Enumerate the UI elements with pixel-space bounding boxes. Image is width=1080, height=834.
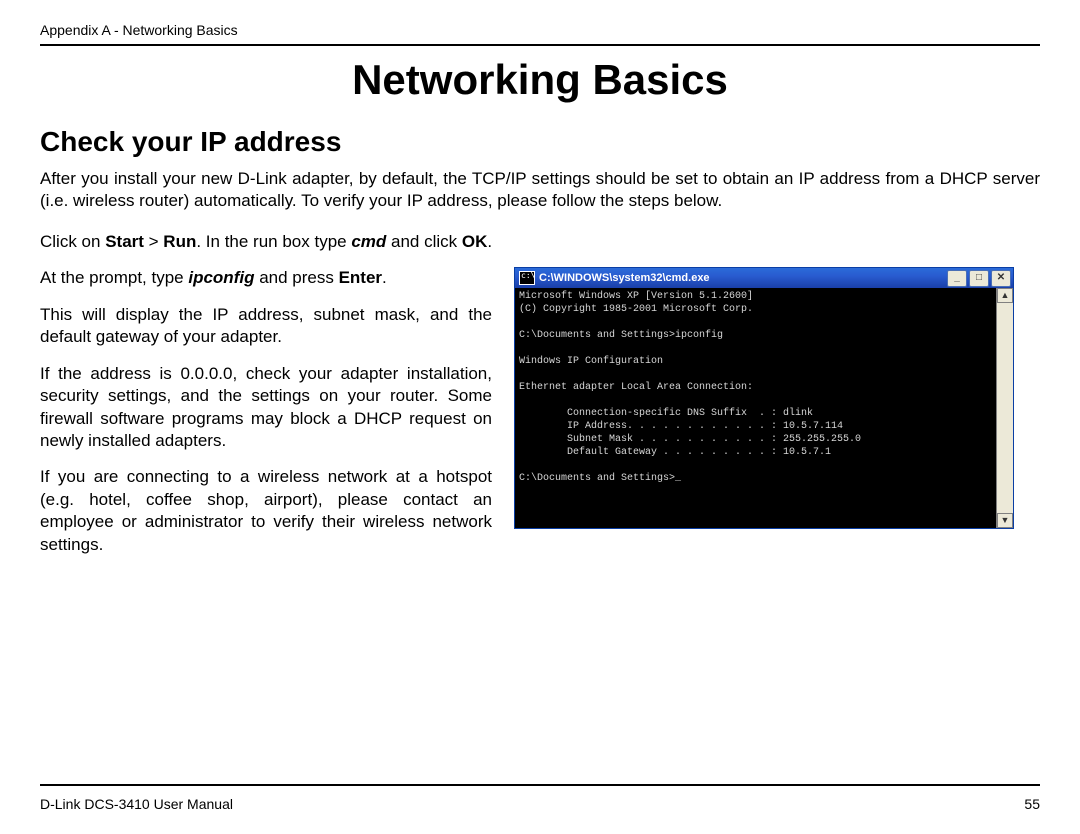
cmd-window: C:\WINDOWS\system32\cmd.exe _ □ ✕ Micros… xyxy=(514,267,1014,529)
scroll-up-icon[interactable]: ▲ xyxy=(997,288,1013,303)
page-title: Networking Basics xyxy=(40,56,1040,104)
footer: D-Link DCS-3410 User Manual 55 xyxy=(40,796,1040,812)
cmd-titlebar: C:\WINDOWS\system32\cmd.exe _ □ ✕ xyxy=(515,268,1013,288)
paragraph-hotspot: If you are connecting to a wireless netw… xyxy=(40,466,496,556)
minimize-button[interactable]: _ xyxy=(947,270,967,287)
right-column: C:\WINDOWS\system32\cmd.exe _ □ ✕ Micros… xyxy=(514,267,1040,529)
scroll-down-icon[interactable]: ▼ xyxy=(997,513,1013,528)
paragraph-result: This will display the IP address, subnet… xyxy=(40,304,496,349)
bold-start: Start xyxy=(105,232,144,251)
bold-ok: OK xyxy=(462,232,488,251)
header-rule xyxy=(40,44,1040,46)
cmd-app-icon xyxy=(519,271,535,285)
close-button[interactable]: ✕ xyxy=(991,270,1011,287)
two-column-area: At the prompt, type ipconfig and press E… xyxy=(40,267,1040,570)
step-2: At the prompt, type ipconfig and press E… xyxy=(40,267,496,289)
cmd-scrollbar[interactable]: ▲ ▼ xyxy=(996,288,1013,528)
intro-paragraph: After you install your new D-Link adapte… xyxy=(40,168,1040,213)
running-head: Appendix A - Networking Basics xyxy=(40,22,1040,38)
left-column: At the prompt, type ipconfig and press E… xyxy=(40,267,496,570)
bold-run: Run xyxy=(163,232,196,251)
cmd-body-wrap: Microsoft Windows XP [Version 5.1.2600] … xyxy=(515,288,1013,528)
cmd-output[interactable]: Microsoft Windows XP [Version 5.1.2600] … xyxy=(515,288,996,528)
ipconfig-literal: ipconfig xyxy=(188,268,254,287)
footer-rule xyxy=(40,784,1040,786)
footer-page-number: 55 xyxy=(1024,796,1040,812)
bold-enter: Enter xyxy=(339,268,382,287)
footer-left: D-Link DCS-3410 User Manual xyxy=(40,796,233,812)
paragraph-zero-address: If the address is 0.0.0.0, check your ad… xyxy=(40,363,496,453)
page: Appendix A - Networking Basics Networkin… xyxy=(0,0,1080,834)
cmd-window-buttons: _ □ ✕ xyxy=(947,270,1011,287)
cmd-window-title: C:\WINDOWS\system32\cmd.exe xyxy=(539,272,947,284)
cmd-literal: cmd xyxy=(351,232,386,251)
maximize-button[interactable]: □ xyxy=(969,270,989,287)
section-heading: Check your IP address xyxy=(40,126,1040,158)
step-1: Click on Start > Run. In the run box typ… xyxy=(40,231,1040,253)
